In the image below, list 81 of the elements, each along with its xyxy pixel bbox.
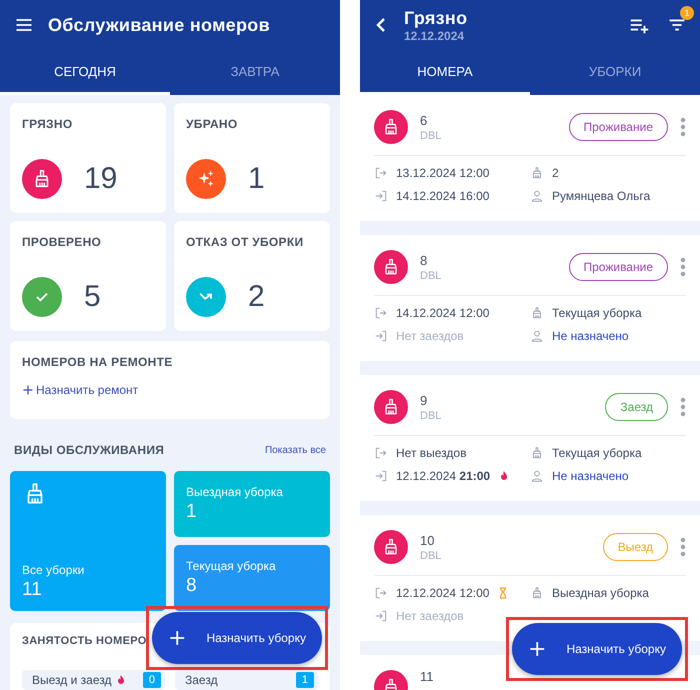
count: 19 (84, 162, 118, 196)
back-icon[interactable] (374, 16, 388, 34)
plus-icon (168, 628, 186, 648)
check-in-icon (374, 189, 388, 203)
status-card[interactable]: ГРЯЗНО 19 (10, 103, 166, 213)
detail-text: 13.12.2024 12:00 (396, 166, 490, 180)
detail-text: 2 (552, 166, 559, 180)
detail-text: Текущая уборка (552, 446, 642, 460)
detail-text: Выездная уборка (552, 586, 649, 600)
detail-text: Не назначено (552, 469, 629, 483)
plus-icon (528, 639, 546, 659)
person-icon (530, 189, 544, 203)
status-card[interactable]: УБРАНО 1 (174, 103, 330, 213)
detail-text: 12.12.2024 21:00 (396, 469, 490, 483)
detail-text: 14.12.2024 16:00 (396, 189, 490, 203)
detail-text: 14.12.2024 12:00 (396, 306, 490, 320)
assign-cleaning-button[interactable]: Назначить уборку (512, 623, 682, 675)
room-number: 11 (420, 669, 434, 684)
check-in-icon (374, 469, 388, 483)
tab[interactable]: ЗАВТРА (170, 50, 340, 95)
row-label: Заезд (185, 673, 218, 687)
room-number: 8 (420, 252, 428, 268)
tile-label: Выездная уборка (186, 485, 284, 499)
tile-count: 11 (22, 579, 43, 601)
count-badge: 1 (296, 672, 314, 688)
detail-text: Нет выездов (396, 446, 466, 460)
assign-cleaning-button[interactable]: Назначить уборку (152, 612, 322, 664)
screen-date: 12.12.2024 (404, 28, 466, 42)
count: 1 (248, 162, 265, 196)
check-in-icon (374, 609, 388, 623)
detail-text: Нет заездов (396, 609, 464, 623)
count: 2 (248, 280, 265, 314)
check-out-icon (374, 166, 388, 180)
card-label: НОМЕРОВ НА РЕМОНТЕ (22, 355, 174, 369)
plus-icon (22, 384, 34, 396)
count: 5 (84, 280, 101, 314)
assign-repair-link[interactable]: Назначить ремонт (22, 383, 138, 397)
tile-count: 1 (186, 501, 198, 523)
tile-label: Все уборки (22, 563, 86, 577)
room-type: DBL (420, 130, 442, 142)
card-label: ГРЯЗНО (22, 117, 74, 131)
broom-icon (530, 446, 544, 460)
status-chip[interactable]: Проживание (568, 253, 668, 281)
broom-icon (530, 306, 544, 320)
card-label: ЗАНЯТОСТЬ НОМЕРО (22, 635, 147, 647)
detail-text: Текущая уборка (552, 306, 642, 320)
status-card[interactable]: ОТКАЗ ОТ УБОРКИ 2 (174, 221, 330, 331)
check-out-icon (374, 446, 388, 460)
tile-label: Текущая уборка (186, 559, 277, 573)
room-number: 10 (420, 532, 436, 548)
broom-icon (530, 166, 544, 180)
check-out-icon (374, 586, 388, 600)
room-number: 9 (420, 392, 428, 408)
screen-title: Грязно (404, 8, 468, 28)
detail-text: Не назначено (552, 329, 629, 343)
count-badge: 0 (142, 672, 161, 688)
section-title: ВИДЫ ОБСЛУЖИВАНИЯ (14, 443, 164, 457)
room-type: DBL (420, 270, 442, 282)
detail-text: 12.12.2024 12:00 (396, 586, 490, 600)
status-card[interactable]: ПРОВЕРЕНО 5 (10, 221, 166, 331)
tab[interactable]: УБОРКИ (530, 50, 700, 95)
detail-text: Нет заездов (396, 329, 464, 343)
tab[interactable]: СЕГОДНЯ (0, 50, 170, 95)
person-icon (530, 469, 544, 483)
tile-count: 8 (186, 575, 198, 597)
check-out-icon (374, 306, 388, 320)
row-label: Выезд и заезд (32, 673, 112, 687)
card-label: УБРАНО (186, 117, 239, 131)
room-type: DBL (420, 410, 442, 422)
room-number: 6 (420, 112, 428, 128)
detail-text: Румянцева Ольга (552, 189, 650, 203)
person-icon (530, 329, 544, 343)
broom-icon (530, 586, 544, 600)
status-chip[interactable]: Проживание (568, 113, 668, 141)
check-in-icon (374, 329, 388, 343)
screen-title: Обслуживание номеров (48, 14, 270, 36)
show-all-link[interactable]: Показать все (264, 444, 326, 456)
filter-count-badge: 1 (680, 6, 694, 20)
card-label: ПРОВЕРЕНО (22, 235, 102, 249)
card-label: ОТКАЗ ОТ УБОРКИ (186, 235, 304, 249)
room-type: DBL (420, 550, 442, 562)
